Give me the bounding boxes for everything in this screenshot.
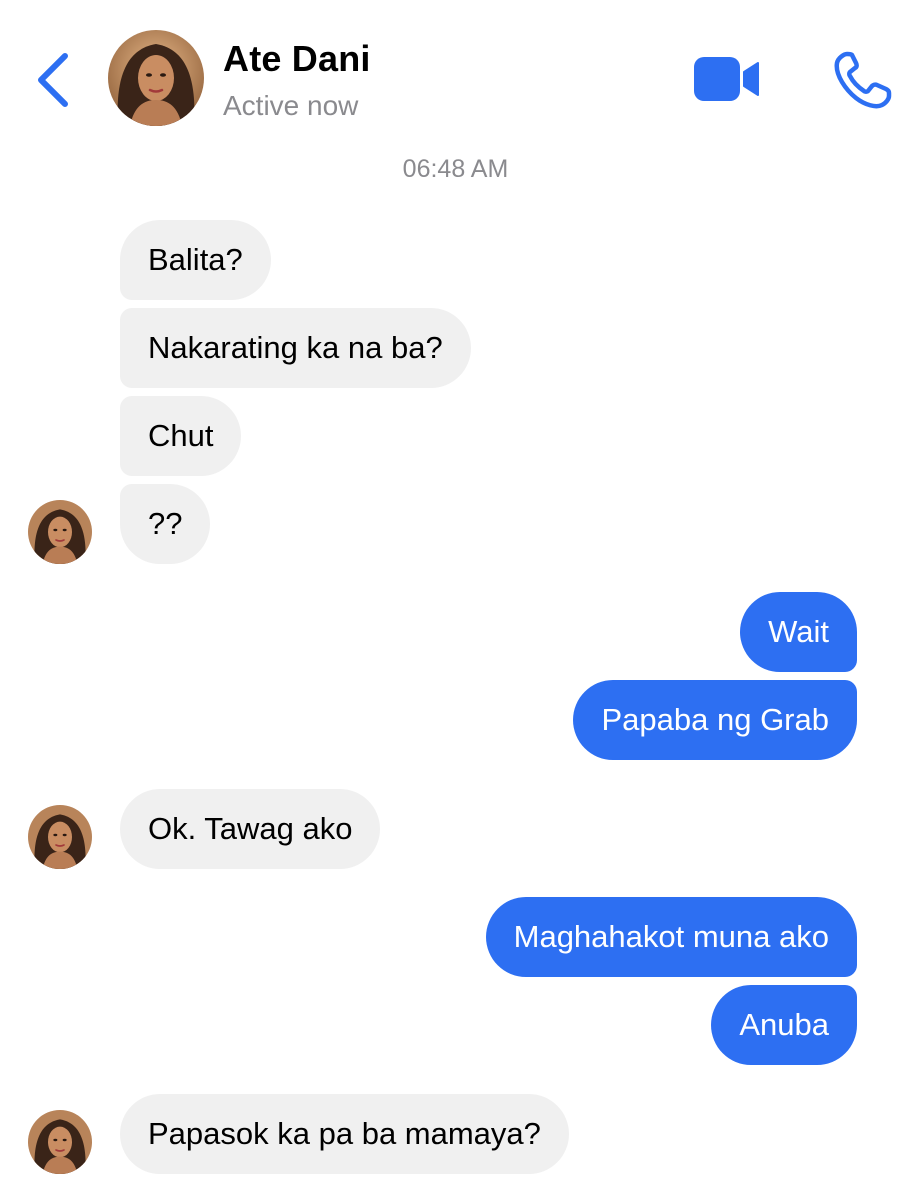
message-text: Balita? — [148, 242, 243, 277]
incoming-message-bubble[interactable]: Ok. Tawag ako — [120, 789, 381, 869]
message-text: Ok. Tawag ako — [148, 811, 353, 846]
message-text: Papaba ng Grab — [601, 702, 829, 737]
outgoing-message-bubble[interactable]: Anuba — [711, 985, 857, 1065]
phone-icon — [834, 51, 892, 109]
message-text: ?? — [148, 506, 183, 541]
video-call-button[interactable] — [692, 54, 760, 104]
incoming-message-bubble[interactable]: ?? — [120, 484, 211, 564]
message-text: Chut — [148, 418, 214, 453]
incoming-message-bubble[interactable]: Balita? — [120, 220, 271, 300]
contact-status: Active now — [223, 90, 359, 121]
message-timestamp: 06:48 AM — [402, 155, 509, 183]
contact-name[interactable]: Ate Dani — [223, 38, 371, 80]
contact-avatar[interactable] — [108, 30, 204, 126]
chevron-left-icon — [38, 53, 68, 107]
message-text: Nakarating ka na ba? — [148, 330, 443, 365]
message-text: Maghahakot muna ako — [513, 919, 829, 954]
video-camera-icon — [694, 57, 759, 101]
back-button[interactable] — [30, 50, 76, 110]
incoming-message-bubble[interactable]: Papasok ka pa ba mamaya? — [120, 1094, 569, 1174]
message-text: Papasok ka pa ba mamaya? — [148, 1116, 541, 1151]
incoming-message-bubble[interactable]: Chut — [120, 396, 242, 476]
messenger-chat-screen: Ate Dani Active now 06:48 AM Balita? Nak… — [0, 0, 911, 1200]
contact-avatar-small[interactable] — [28, 500, 92, 564]
outgoing-message-bubble[interactable]: Maghahakot muna ako — [485, 897, 857, 977]
contact-avatar-small[interactable] — [28, 805, 92, 869]
chat-header: Ate Dani Active now — [0, 0, 911, 150]
voice-call-button[interactable] — [832, 50, 892, 110]
outgoing-message-bubble[interactable]: Wait — [740, 592, 857, 672]
message-text: Wait — [768, 614, 829, 649]
message-text: Anuba — [739, 1007, 829, 1042]
outgoing-message-bubble[interactable]: Papaba ng Grab — [573, 680, 857, 760]
contact-avatar-small[interactable] — [28, 1110, 92, 1174]
incoming-message-bubble[interactable]: Nakarating ka na ba? — [120, 308, 471, 388]
